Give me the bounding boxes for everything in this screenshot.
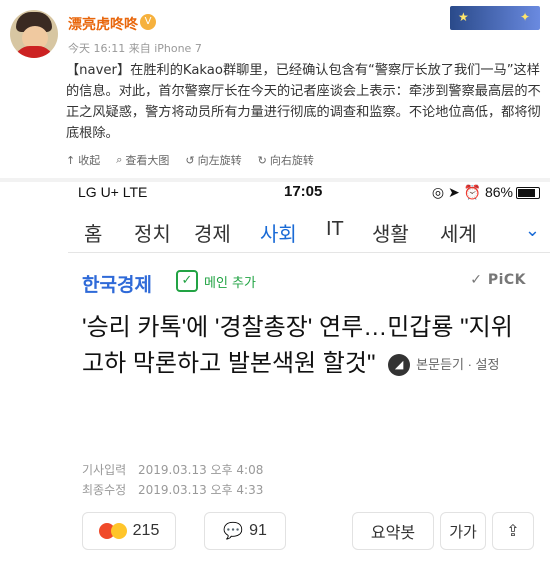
banner-image: ★ ✦ xyxy=(450,6,540,30)
tab-world[interactable]: 세계 xyxy=(440,218,477,247)
article-dates: 기사입력 2019.03.13 오후 4:08 최종수정 2019.03.13 오후… xyxy=(82,463,264,497)
tab-life[interactable]: 생활 xyxy=(372,218,409,247)
press-logo[interactable]: 한국경제 xyxy=(82,270,152,297)
article: 한국경제 ✓ 메인 추가 ✓ PiCK '승리 카톡'에 '경찰총장' 연루…민… xyxy=(68,254,550,568)
reaction-button[interactable]: 215 xyxy=(82,512,176,550)
check-icon: ✓ xyxy=(176,270,198,292)
tab-politics[interactable]: 정치 xyxy=(134,218,171,247)
tab-home[interactable]: 홈 xyxy=(84,218,102,247)
clock: 17:05 xyxy=(284,183,323,200)
chevron-down-icon[interactable]: ⌄ xyxy=(525,220,540,241)
battery-icon xyxy=(516,187,540,200)
comment-icon: 💬 xyxy=(223,523,244,540)
headline: '승리 카톡'에 '경찰총장' 연루…민갑룡 "지위고하 막론하고 발본색원 할… xyxy=(82,310,532,383)
summary-button[interactable]: 요약봇 xyxy=(352,512,434,550)
tab-society[interactable]: 사회 xyxy=(260,218,297,247)
username[interactable]: 漂亮虎咚咚 xyxy=(68,14,138,34)
status-right: ◎ ➤ ⏰ 86% xyxy=(432,184,540,201)
phone-screenshot: LG U+ LTE 17:05 ◎ ➤ ⏰ 86% 홈 정치 경제 사회 IT … xyxy=(68,182,550,568)
image-actions: ↑ 收起 ⌕ 查看大图 ↺ 向左旋转 ↻ 向右旋转 xyxy=(66,152,314,168)
listen-button[interactable]: ◢ 본문듣기 · 설정 xyxy=(388,347,499,383)
main-add-button[interactable]: ✓ 메인 추가 xyxy=(176,270,256,292)
rotate-left-action[interactable]: ↺ 向左旋转 xyxy=(185,152,241,168)
section-tabs: 홈 정치 경제 사회 IT 생활 세계 ⌄ xyxy=(68,210,550,253)
font-size-button[interactable]: 가가 xyxy=(440,512,486,550)
post-text: 【naver】在胜利的Kakao群聊里，已经确认包含有“警察厅长放了我们一马”这… xyxy=(66,60,541,144)
battery-percent: 86% xyxy=(484,184,513,200)
verified-badge-icon: V xyxy=(140,14,156,30)
laugh-icon xyxy=(110,523,127,539)
carrier: LG U+ LTE xyxy=(78,184,148,200)
status-bar: LG U+ LTE 17:05 ◎ ➤ ⏰ 86% xyxy=(68,182,550,206)
action-bar: 215 💬 91 요약봇 가가 ⇪ xyxy=(82,512,542,552)
post-meta: 今天 16:11 来自 iPhone 7 xyxy=(68,42,202,55)
collapse-action[interactable]: ↑ 收起 xyxy=(66,152,100,168)
speaker-icon: ◢ xyxy=(388,353,411,376)
comment-button[interactable]: 💬 91 xyxy=(204,512,286,550)
share-icon[interactable]: ⇪ xyxy=(492,512,534,550)
weibo-post: 漂亮虎咚咚 V 今天 16:11 来自 iPhone 7 ★ ✦ 【naver】在… xyxy=(0,0,550,178)
tab-it[interactable]: IT xyxy=(326,218,344,241)
tab-economy[interactable]: 경제 xyxy=(194,218,231,247)
rotate-right-action[interactable]: ↻ 向右旋转 xyxy=(258,152,314,168)
post-tag[interactable]: 【naver】 xyxy=(66,63,130,78)
post-body: 在胜利的Kakao群聊里，已经确认包含有“警察厅长放了我们一马”这样的信息。对此… xyxy=(66,63,541,141)
view-large-action[interactable]: ⌕ 查看大图 xyxy=(116,152,169,168)
pick-badge: ✓ PiCK xyxy=(470,272,526,288)
avatar[interactable] xyxy=(10,10,58,58)
